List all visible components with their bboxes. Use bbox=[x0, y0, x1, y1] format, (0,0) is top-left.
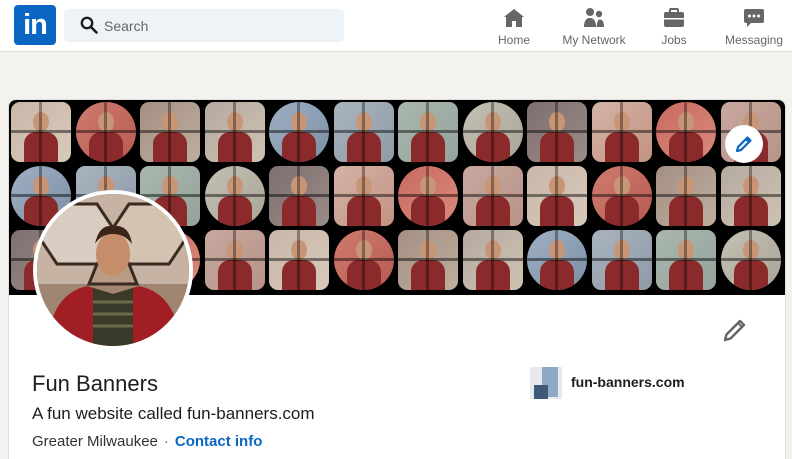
profile-name: Fun Banners bbox=[32, 371, 158, 396]
banner-tile bbox=[204, 102, 265, 162]
banner-tile bbox=[269, 166, 329, 226]
banner-tile bbox=[11, 102, 71, 162]
nav-jobs[interactable]: Jobs bbox=[634, 4, 714, 50]
banner-tile bbox=[656, 102, 716, 162]
search-icon bbox=[80, 16, 98, 34]
nav-my-network-label: My Network bbox=[562, 33, 626, 47]
search-box[interactable] bbox=[64, 9, 344, 42]
banner-tile bbox=[785, 230, 786, 290]
location-row: Greater Milwaukee · Contact info bbox=[32, 433, 262, 450]
nav-home-label: Home bbox=[497, 33, 530, 47]
banner-tile bbox=[75, 102, 136, 162]
banner-tile bbox=[656, 166, 716, 226]
banner-tile bbox=[204, 230, 265, 290]
briefcase-icon bbox=[664, 8, 684, 27]
banner-tile bbox=[333, 230, 394, 290]
banner-tile bbox=[720, 166, 781, 226]
separator-dot: · bbox=[163, 433, 169, 450]
home-icon bbox=[504, 9, 524, 27]
linkedin-logo[interactable]: in bbox=[14, 5, 56, 45]
profile-location: Greater Milwaukee bbox=[32, 433, 158, 450]
banner-tile bbox=[527, 230, 587, 290]
website-name: fun-banners.com bbox=[571, 374, 685, 390]
banner-tile bbox=[204, 166, 265, 226]
banner-tile bbox=[269, 102, 329, 162]
banner-tile bbox=[462, 102, 523, 162]
banner-tile bbox=[527, 102, 587, 162]
banner-tile bbox=[333, 102, 394, 162]
messaging-icon bbox=[744, 9, 764, 27]
banner-tile bbox=[785, 166, 786, 226]
profile-photo-image bbox=[37, 194, 189, 346]
nav-messaging[interactable]: Messaging bbox=[714, 4, 792, 50]
profile-photo[interactable] bbox=[33, 190, 193, 350]
banner-tile bbox=[398, 230, 458, 290]
banner-tile bbox=[140, 102, 200, 162]
network-icon bbox=[584, 8, 604, 27]
pencil-icon bbox=[735, 136, 752, 153]
website-logo bbox=[530, 367, 562, 399]
banner-tile bbox=[720, 230, 781, 290]
search-input[interactable] bbox=[104, 9, 334, 42]
banner-tile bbox=[462, 230, 523, 290]
banner-tile bbox=[656, 230, 716, 290]
nav-my-network[interactable]: My Network bbox=[554, 4, 634, 50]
banner-tile bbox=[333, 166, 394, 226]
nav-messaging-label: Messaging bbox=[724, 33, 784, 47]
nav-jobs-label: Jobs bbox=[661, 33, 687, 47]
profile-headline: A fun website called fun-banners.com bbox=[32, 404, 315, 423]
contact-info-link[interactable]: Contact info bbox=[175, 433, 263, 450]
banner-tile bbox=[591, 102, 652, 162]
banner-tile bbox=[398, 166, 458, 226]
banner-tile bbox=[591, 230, 652, 290]
edit-banner-button[interactable] bbox=[725, 125, 763, 163]
edit-profile-icon[interactable] bbox=[721, 316, 749, 344]
banner-tile bbox=[591, 166, 652, 226]
profile-card: Fun Banners A fun website called fun-ban… bbox=[8, 99, 786, 459]
nav-home[interactable]: Home bbox=[474, 4, 554, 50]
banner-tile bbox=[785, 102, 786, 162]
top-nav-bar: in Home My Network Jobs bbox=[0, 0, 792, 52]
banner-tile bbox=[527, 166, 587, 226]
banner-tile bbox=[462, 166, 523, 226]
banner-tile bbox=[269, 230, 329, 290]
banner-tile bbox=[398, 102, 458, 162]
